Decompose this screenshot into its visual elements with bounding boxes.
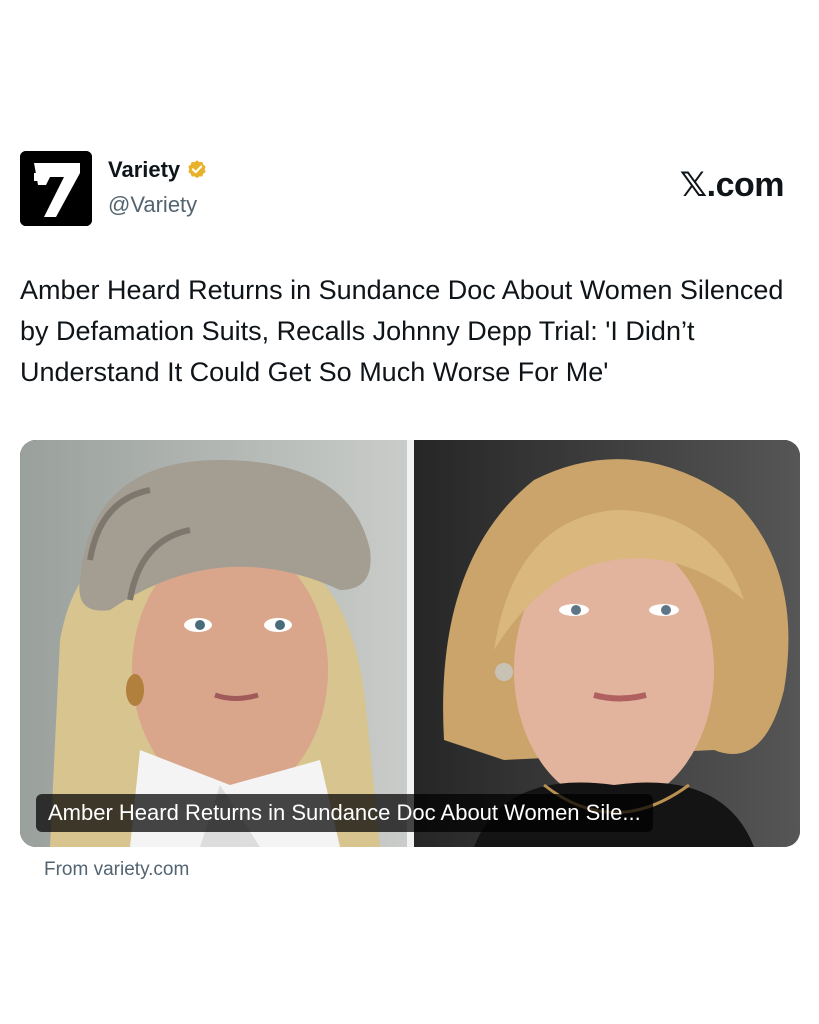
link-preview-card[interactable]: Amber Heard Returns in Sundance Doc Abou…: [20, 440, 800, 847]
post-headline: Amber Heard Returns in Sundance Doc Abou…: [20, 275, 784, 387]
x-com-wordmark: 𝕏.com: [679, 165, 785, 205]
actress-photo: [414, 440, 800, 847]
account-name[interactable]: Variety: [108, 157, 180, 183]
card-source[interactable]: From variety.com: [44, 859, 189, 881]
photo-divider: [407, 440, 414, 847]
variety-avatar[interactable]: [20, 151, 92, 226]
card-caption[interactable]: Amber Heard Returns in Sundance Doc Abou…: [36, 794, 653, 832]
account-handle[interactable]: @Variety: [108, 192, 197, 218]
barrister-photo: [20, 440, 407, 847]
account-name-row: Variety: [108, 157, 208, 183]
variety-logo-icon: [20, 151, 92, 226]
x-com-label: 𝕏.com: [679, 166, 785, 204]
verified-badge-icon: [188, 160, 206, 179]
